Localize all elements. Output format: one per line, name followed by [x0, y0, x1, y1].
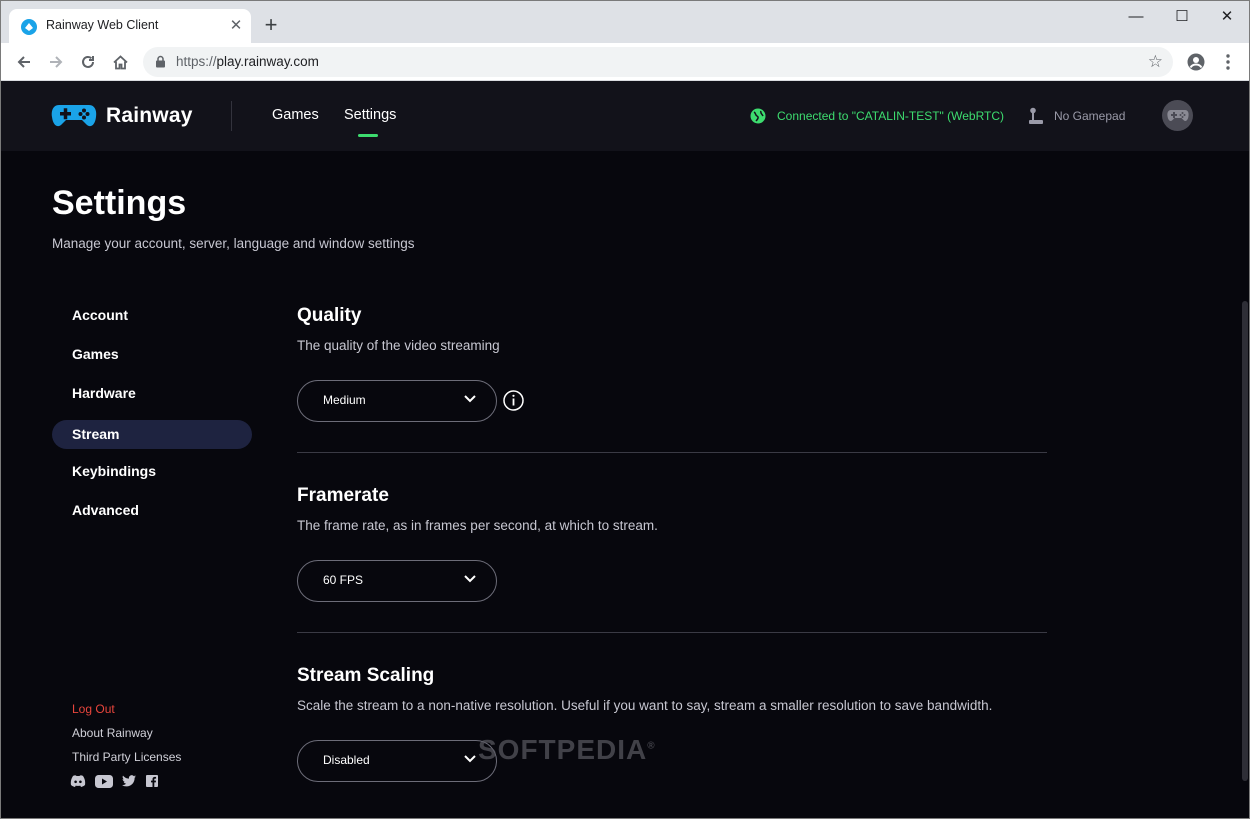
- section-divider: [297, 632, 1047, 633]
- tab-title: Rainway Web Client: [46, 18, 159, 32]
- profile-button[interactable]: [1183, 49, 1209, 75]
- url-text: https://play.rainway.com: [176, 54, 319, 69]
- about-link[interactable]: About Rainway: [72, 726, 153, 740]
- page-title: Settings: [52, 184, 187, 222]
- browser-titlebar: Rainway Web Client ✕ + — ☐ ✕: [1, 1, 1249, 43]
- framerate-select[interactable]: 60 FPS: [297, 560, 497, 602]
- browser-tab[interactable]: Rainway Web Client ✕: [9, 9, 251, 43]
- watermark-registered-mark: ®: [647, 740, 656, 752]
- framerate-value: 60 FPS: [323, 573, 364, 587]
- back-button[interactable]: [11, 49, 37, 75]
- chevron-down-icon: [464, 575, 476, 583]
- forward-button[interactable]: [43, 49, 69, 75]
- bookmark-star-icon[interactable]: ☆: [1148, 52, 1163, 72]
- home-button[interactable]: [107, 49, 133, 75]
- gamepad-status: No Gamepad: [1054, 109, 1126, 123]
- sidebar-item-keybindings[interactable]: Keybindings: [52, 457, 252, 486]
- header-divider: [231, 101, 232, 131]
- nav-settings[interactable]: Settings: [344, 107, 396, 123]
- browser-window: Rainway Web Client ✕ + — ☐ ✕ https://pla…: [0, 0, 1250, 819]
- sidebar-item-games[interactable]: Games: [52, 340, 252, 369]
- reload-icon: [82, 55, 94, 68]
- quality-description: The quality of the video streaming: [297, 338, 500, 353]
- brand-name[interactable]: Rainway: [106, 104, 193, 128]
- joystick-icon: [1029, 107, 1043, 124]
- rainway-favicon-icon: [21, 19, 37, 35]
- youtube-icon[interactable]: [95, 774, 113, 788]
- app-header: Rainway Games Settings Connected to "CAT…: [1, 81, 1249, 151]
- sidebar-item-advanced[interactable]: Advanced: [52, 496, 252, 525]
- quality-select[interactable]: Medium: [297, 380, 497, 422]
- close-window-button[interactable]: ✕: [1204, 3, 1249, 33]
- discord-icon[interactable]: [70, 774, 86, 788]
- maximize-button[interactable]: ☐: [1159, 3, 1205, 33]
- tab-close-icon[interactable]: ✕: [227, 17, 245, 35]
- connection-status: Connected to "CATALIN-TEST" (WebRTC): [777, 109, 1005, 123]
- page-scrollbar[interactable]: [1242, 301, 1248, 781]
- info-icon[interactable]: [503, 390, 524, 411]
- framerate-title: Framerate: [297, 485, 389, 506]
- home-icon: [112, 54, 128, 69]
- url-host: play.rainway.com: [216, 54, 319, 69]
- sidebar-item-stream[interactable]: Stream: [52, 420, 252, 449]
- stream-scaling-select[interactable]: Disabled: [297, 740, 497, 782]
- gamepad-avatar-icon: [1166, 109, 1189, 121]
- sidebar-item-account[interactable]: Account: [52, 301, 252, 330]
- kebab-menu-icon: [1226, 54, 1230, 70]
- logout-link[interactable]: Log Out: [72, 702, 115, 716]
- new-tab-button[interactable]: +: [259, 13, 283, 37]
- quality-value: Medium: [323, 393, 366, 407]
- url-scheme: https://: [176, 54, 217, 69]
- stream-scaling-description: Scale the stream to a non-native resolut…: [297, 698, 993, 713]
- licenses-link[interactable]: Third Party Licenses: [72, 750, 181, 764]
- facebook-icon[interactable]: [144, 774, 160, 788]
- watermark-text: SOFTPEDIA: [478, 734, 648, 765]
- user-avatar[interactable]: [1162, 100, 1193, 131]
- stream-scaling-title: Stream Scaling: [297, 665, 435, 686]
- framerate-description: The frame rate, as in frames per second,…: [297, 518, 658, 533]
- nav-games[interactable]: Games: [272, 107, 319, 123]
- address-bar[interactable]: https://play.rainway.com ☆: [143, 47, 1173, 77]
- softpedia-watermark: SOFTPEDIA®: [478, 734, 656, 766]
- lock-icon: [156, 55, 165, 68]
- active-nav-indicator: [358, 134, 378, 137]
- forward-arrow-icon: [50, 56, 63, 68]
- back-arrow-icon: [17, 56, 30, 68]
- browser-menu-button[interactable]: [1215, 49, 1241, 75]
- rainway-gamepad-logo-icon[interactable]: [51, 103, 97, 129]
- section-divider: [297, 452, 1047, 453]
- reload-button[interactable]: [75, 49, 101, 75]
- chevron-down-icon: [464, 755, 476, 763]
- globe-icon: [750, 108, 766, 124]
- chevron-down-icon: [464, 395, 476, 403]
- account-circle-icon: [1187, 53, 1205, 71]
- stream-scaling-value: Disabled: [323, 753, 370, 767]
- page-subtitle: Manage your account, server, language an…: [52, 236, 415, 251]
- twitter-icon[interactable]: [121, 774, 137, 788]
- minimize-button[interactable]: —: [1113, 3, 1159, 33]
- browser-toolbar: https://play.rainway.com ☆: [1, 43, 1249, 81]
- quality-title: Quality: [297, 305, 362, 326]
- sidebar-item-hardware[interactable]: Hardware: [52, 379, 252, 408]
